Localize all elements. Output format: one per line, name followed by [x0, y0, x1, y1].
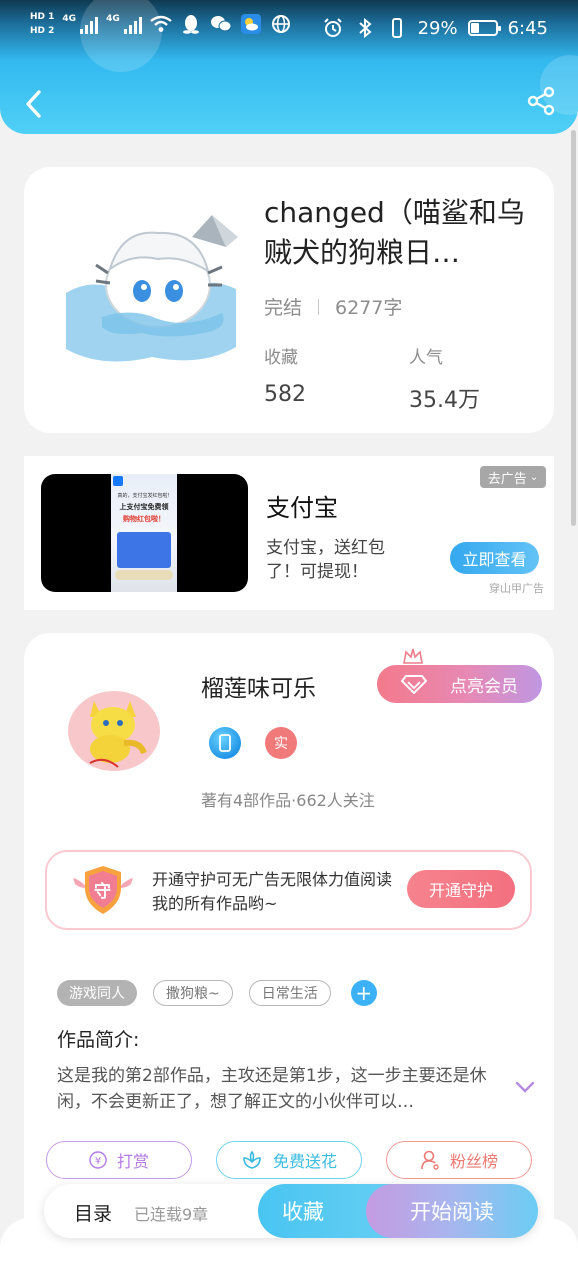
table-of-contents-button[interactable]: 目录 [74, 1199, 112, 1226]
book-meta: 完结 6277字 [264, 293, 402, 320]
bottom-action-bar: 目录 已连载9章 收藏 开始阅读 [44, 1184, 538, 1238]
chevron-left-icon [26, 90, 41, 118]
ad-image[interactable]: 真的，支付宝发红包啦！ 上支付宝免费领 购物红包啦！ [41, 474, 248, 592]
guard-shield-icon: 守 [71, 864, 135, 916]
signal-icon: 4G [62, 14, 99, 34]
intro-text: 这是我的第2部作品，主攻还是第1步，这一步主要还是休闲，不会更新正了，想了解正文… [57, 1066, 487, 1112]
open-guard-button[interactable]: 开通守护 [407, 870, 515, 908]
book-info-card: changed（喵鲨和乌贼犬的狗粮日… 完结 6277字 收藏 582 人气 3… [24, 167, 554, 433]
phone-verified-badge-icon[interactable] [209, 727, 241, 759]
activate-vip-button[interactable]: 点亮会员 [377, 665, 542, 703]
book-status: 完结 [264, 297, 303, 319]
share-icon [527, 86, 555, 116]
fan-ranking-button[interactable]: 粉丝榜 [386, 1141, 532, 1179]
chevron-down-icon: ⌄ [529, 471, 539, 483]
chevron-down-icon [515, 1081, 535, 1093]
popularity-stat: 人气 35.4万 [409, 343, 480, 414]
popularity-value: 35.4万 [409, 388, 480, 413]
wechat-icon [210, 13, 232, 35]
chapter-count: 已连载9章 [134, 1205, 209, 1224]
vibrate-icon [386, 17, 408, 39]
tag-item[interactable]: 日常生活 [248, 980, 331, 1006]
alipay-logo-icon [113, 476, 123, 486]
svg-text:¥: ¥ [95, 1156, 101, 1167]
send-flower-button[interactable]: 免费送花 [216, 1141, 362, 1179]
guard-text: 开通守护可无广告无限体力值阅读我的所有作品哟~ [152, 870, 393, 913]
collect-label: 收藏 [264, 348, 298, 368]
status-bar: HD 1 HD 2 4G 4G 29% 6:45 [0, 0, 578, 58]
share-button[interactable] [526, 86, 558, 120]
author-name[interactable]: 榴莲味可乐 [201, 669, 316, 703]
bluetooth-icon [354, 17, 376, 39]
activate-vip-label: 点亮会员 [450, 676, 518, 697]
intro-heading: 作品简介: [57, 1029, 140, 1051]
author-avatar[interactable] [64, 683, 164, 775]
battery-percent: 29% [417, 17, 458, 39]
sim1-label: HD 1 [30, 12, 55, 22]
tag-list: 游戏同人 撒狗粮~ 日常生活 + [57, 980, 377, 1006]
crown-icon [403, 648, 423, 664]
flower-icon [243, 1150, 261, 1169]
globe-icon [270, 13, 292, 35]
ad-poster-line3: 购物红包啦！ [123, 515, 165, 523]
fan-ranking-label: 粉丝榜 [449, 1152, 498, 1171]
ad-poster-line2: 上支付宝免费领 [119, 503, 169, 511]
author-card: 榴莲味可乐 点亮会员 实 著有4部作品·662人关注 守 开通守护可无广告无限体… [24, 633, 554, 1273]
ad-title: 支付宝 [266, 494, 338, 522]
reward-label: 打赏 [116, 1152, 149, 1171]
ad-description: 支付宝，送红包了！可提现！ [266, 538, 385, 582]
start-reading-button[interactable]: 开始阅读 [366, 1184, 538, 1238]
guard-icon-text: 守 [94, 882, 111, 902]
scrollbar[interactable] [571, 130, 576, 526]
alarm-icon [322, 17, 344, 39]
popularity-label: 人气 [409, 348, 443, 368]
clock: 6:45 [507, 17, 548, 39]
header-bar: HD 1 HD 2 4G 4G 29% 6:45 [0, 0, 578, 134]
diamond-icon [401, 675, 427, 694]
tag-item[interactable]: 游戏同人 [57, 980, 137, 1006]
tag-item[interactable]: 撒狗粮~ [153, 980, 233, 1006]
ad-banner[interactable]: 真的，支付宝发红包啦！ 上支付宝免费领 购物红包啦！ 去广告 ⌄ 支付宝 支付宝… [24, 456, 554, 610]
book-word-count: 6277字 [335, 297, 403, 319]
weather-app-icon [240, 13, 262, 35]
divider [318, 298, 320, 315]
ad-source-label: 穿山甲广告 [489, 582, 544, 595]
signal-icon: 4G [106, 14, 142, 34]
ad-poster-items [115, 570, 173, 580]
author-stats: 著有4部作品·662人关注 [201, 791, 375, 810]
collect-value: 582 [264, 382, 306, 407]
ad-cta-button[interactable]: 立即查看 [450, 542, 539, 574]
real-name-badge[interactable]: 实 [265, 727, 297, 759]
user-icon [421, 1150, 439, 1170]
ad-poster-box [117, 532, 171, 568]
remove-ad-button[interactable]: 去广告 ⌄ [480, 466, 546, 488]
collect-stat: 收藏 582 [264, 343, 306, 407]
send-flower-label: 免费送花 [272, 1152, 337, 1171]
remove-ad-label: 去广告 [487, 471, 527, 487]
yuan-coin-icon: ¥ [89, 1151, 107, 1169]
wifi-icon [149, 13, 172, 35]
sim-labels: HD 1 HD 2 [30, 12, 54, 36]
ad-poster-line1: 真的，支付宝发红包啦！ [117, 493, 173, 499]
sim2-label: HD 2 [30, 26, 55, 36]
reward-button[interactable]: ¥ 打赏 [46, 1141, 192, 1179]
ad-poster: 真的，支付宝发红包啦！ 上支付宝免费领 购物红包啦！ [111, 474, 177, 592]
book-cover-image[interactable] [62, 207, 238, 377]
add-tag-button[interactable]: + [350, 980, 377, 1006]
action-buttons: ¥ 打赏 免费送花 粉丝榜 [46, 1141, 532, 1179]
qq-icon [180, 13, 202, 35]
expand-intro-button[interactable] [514, 1079, 536, 1095]
book-title: changed（喵鲨和乌贼犬的狗粮日… [264, 196, 525, 269]
guard-banner: 守 开通守护可无广告无限体力值阅读我的所有作品哟~ 开通守护 [45, 850, 532, 930]
back-button[interactable] [16, 84, 50, 124]
battery-icon [467, 20, 501, 36]
